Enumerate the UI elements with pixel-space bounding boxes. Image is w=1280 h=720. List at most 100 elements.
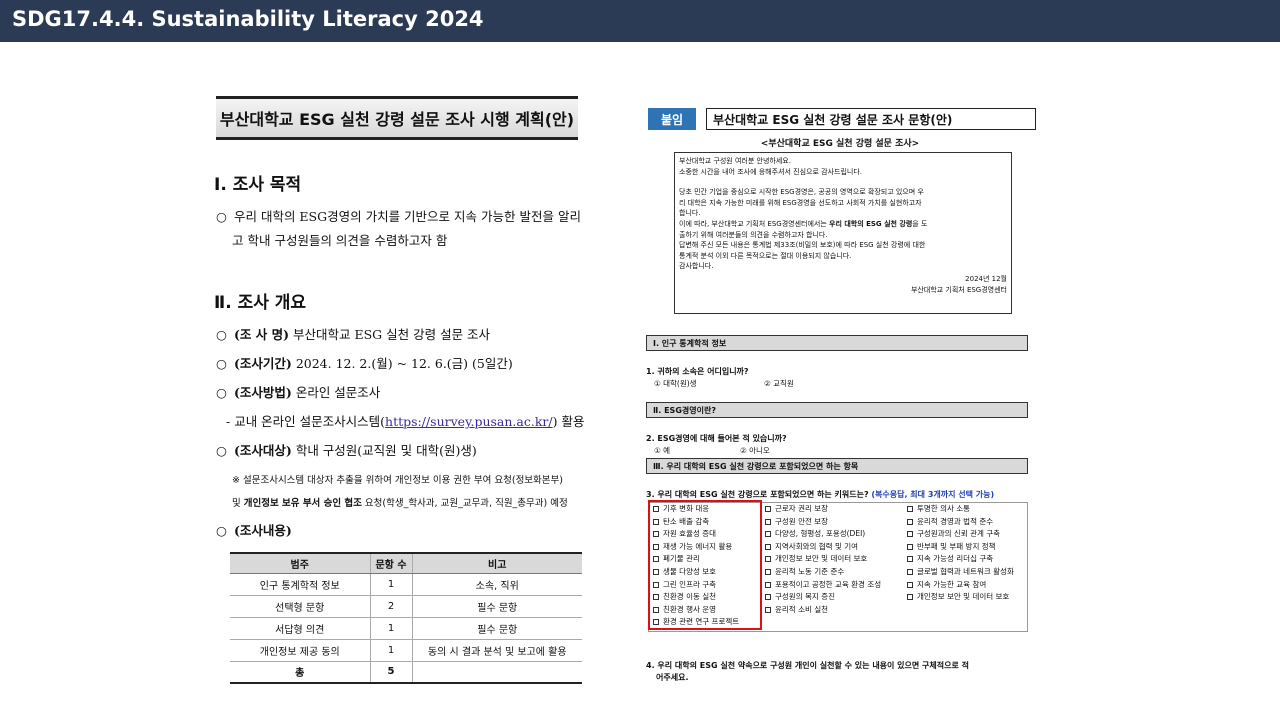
keyword-option[interactable]: 글로벌 협력과 네트워크 활성화 bbox=[907, 566, 1014, 579]
table-cell: 선택형 문항 bbox=[230, 595, 370, 618]
checkbox[interactable] bbox=[765, 556, 771, 563]
table-cell: 1 bbox=[369, 573, 412, 596]
keyword-label: 윤리적 노동 기준 준수 bbox=[775, 566, 845, 576]
checkbox[interactable] bbox=[765, 531, 771, 538]
keyword-label: 윤리적 소비 실천 bbox=[775, 604, 829, 614]
table-header-cell: 범주 bbox=[230, 552, 370, 574]
table-cell: 총 bbox=[230, 661, 370, 684]
checkbox[interactable] bbox=[765, 594, 771, 601]
checkbox[interactable] bbox=[907, 506, 913, 512]
intro-text: 감사합니다. bbox=[679, 262, 714, 271]
intro-org: 부산대학교 기획처 ESG경영센터 bbox=[910, 285, 1007, 294]
keyword-label: 글로벌 협력과 네트워크 활성화 bbox=[917, 566, 1014, 576]
keyword-option[interactable]: 개인정보 보안 및 데이터 보호 bbox=[765, 553, 881, 566]
checkbox[interactable] bbox=[907, 531, 913, 538]
purpose-line2: 고 학내 구성원들의 의견을 수렴하고자 함 bbox=[232, 233, 448, 248]
intro-text: 답변해 주신 모든 내용은 통계법 제33조(비밀의 보호)에 따라 ESG 실… bbox=[679, 241, 926, 250]
header-bar: SDG17.4.4. Sustainability Literacy 2024 bbox=[0, 0, 1280, 42]
intro-box: 부산대학교 구성원 여러분 안녕하세요. 소중한 시간을 내어 조사에 응해주셔… bbox=[674, 152, 1012, 314]
keyword-option[interactable]: 윤리적 경영과 법적 준수 bbox=[907, 516, 1014, 529]
checkbox[interactable] bbox=[907, 518, 913, 525]
intro-text: 소중한 시간을 내어 조사에 응해주셔서 진심으로 감사드립니다. bbox=[679, 167, 863, 176]
table-cell: 동의 시 결과 분석 및 보고에 활용 bbox=[411, 639, 582, 662]
checkbox[interactable] bbox=[907, 581, 913, 588]
intro-text: 합니다. bbox=[679, 209, 701, 218]
table-cell: 2 bbox=[369, 595, 412, 618]
purpose-line1: ○ 우리 대학의 ESG경영의 가치를 기반으로 지속 가능한 발전을 알리 bbox=[216, 209, 581, 224]
table-cell: 인구 통계학적 정보 bbox=[230, 573, 370, 596]
table-cell: 서답형 의견 bbox=[230, 617, 370, 640]
table-total-row: 총 5 bbox=[230, 661, 582, 684]
table-cell: 개인정보 제공 동의 bbox=[230, 639, 370, 662]
section-bar-demographics: Ⅰ. 인구 통계학적 정보 bbox=[646, 335, 1028, 351]
keyword-label: 반부패 및 부패 방지 정책 bbox=[917, 541, 996, 551]
keyword-label: 구성원의 복지 증진 bbox=[775, 592, 835, 602]
keyword-label: 구성원 안전 보장 bbox=[775, 516, 829, 526]
keyword-label: 개인정보 보안 및 데이터 보호 bbox=[917, 592, 1010, 602]
page-title: SDG17.4.4. Sustainability Literacy 2024 bbox=[12, 7, 484, 31]
keyword-label: 다양성, 형평성, 포용성(DEI) bbox=[775, 529, 866, 539]
keyword-option[interactable]: 다양성, 형평성, 포용성(DEI) bbox=[765, 528, 881, 541]
keyword-option[interactable]: 구성원 안전 보장 bbox=[765, 516, 881, 529]
questionnaire-title: 부산대학교 ESG 실천 강령 설문 조사 문항(안) bbox=[706, 108, 1036, 130]
keyword-column-governance: 투명한 의사 소통 윤리적 경영과 법적 준수 구성원과의 신뢰 관계 구축반부패 … bbox=[907, 503, 1014, 604]
keyword-option[interactable]: 지역사회와의 협력 및 기여 bbox=[765, 541, 881, 554]
checkbox[interactable] bbox=[907, 556, 913, 563]
keyword-option[interactable]: 투명한 의사 소통 bbox=[907, 503, 1014, 516]
survey-method-line: ○ (조사방법) 온라인 설문조사 bbox=[216, 385, 381, 400]
highlight-box bbox=[648, 500, 762, 630]
question-4-line1: 4. 우리 대학의 ESG 실천 약속으로 구성원 개인이 실천할 수 있는 내… bbox=[646, 661, 969, 670]
question-1: 1. 귀하의 소속은 어디입니까? bbox=[646, 367, 749, 376]
checkbox[interactable] bbox=[765, 543, 771, 550]
keyword-label: 구성원과의 신뢰 관계 구축 bbox=[917, 529, 1001, 539]
intro-text: 부산대학교 구성원 여러분 안녕하세요. bbox=[679, 157, 791, 165]
checkbox[interactable] bbox=[907, 543, 913, 550]
survey-period-line: ○ (조사기간) 2024. 12. 2.(월) ~ 12. 6.(금) (5일… bbox=[216, 356, 513, 371]
section-bar-code: Ⅲ. 우리 대학의 ESG 실천 강령으로 포함되었으면 하는 항목 bbox=[646, 458, 1028, 474]
keyword-option[interactable]: 개인정보 보안 및 데이터 보호 bbox=[907, 591, 1014, 604]
checkbox[interactable] bbox=[765, 568, 771, 575]
survey-content-line: ○ (조사내용) bbox=[216, 523, 292, 538]
checkbox[interactable] bbox=[765, 581, 771, 588]
q2-option-2[interactable]: ② 아니오 bbox=[740, 445, 770, 456]
table-cell: 1 bbox=[369, 639, 412, 662]
attachment-badge: 붙임 bbox=[648, 108, 696, 130]
checkbox[interactable] bbox=[907, 568, 913, 575]
keyword-option[interactable]: 윤리적 소비 실천 bbox=[765, 604, 881, 617]
checkbox[interactable] bbox=[765, 506, 771, 512]
keyword-label: 지역사회와의 협력 및 기여 bbox=[775, 541, 859, 551]
q2-option-1[interactable]: ① 예 bbox=[654, 445, 670, 456]
table-header-row: 범주 문항 수 비고 bbox=[230, 552, 582, 574]
checkbox[interactable] bbox=[907, 594, 913, 601]
survey-link[interactable]: https://survey.pusan.ac.kr/ bbox=[385, 414, 553, 429]
survey-name-line: ○ (조 사 명) 부산대학교 ESG 실천 강령 설문 조사 bbox=[216, 327, 491, 342]
table-cell: 1 bbox=[369, 617, 412, 640]
checkbox[interactable] bbox=[765, 606, 771, 613]
keyword-option[interactable]: 지속 가능성 리더십 구축 bbox=[907, 553, 1014, 566]
keyword-option[interactable]: 반부패 및 부패 방지 정책 bbox=[907, 541, 1014, 554]
table-row: 인구 통계학적 정보 1 소속, 직위 bbox=[230, 573, 582, 596]
q1-option-1[interactable]: ① 대학(원)생 bbox=[654, 378, 697, 389]
checkbox[interactable] bbox=[765, 518, 771, 525]
keyword-option[interactable]: 구성원의 복지 증진 bbox=[765, 591, 881, 604]
keyword-option[interactable]: 구성원과의 신뢰 관계 구축 bbox=[907, 528, 1014, 541]
note-line2: 및 개인정보 보유 부서 승인 협조 요청(학생_학사과, 교원_교무과, 직원… bbox=[232, 498, 568, 509]
keyword-option[interactable]: 지속 가능한 교육 참여 bbox=[907, 579, 1014, 592]
intro-date: 2024년 12월 bbox=[965, 274, 1007, 283]
keyword-option[interactable]: 윤리적 노동 기준 준수 bbox=[765, 566, 881, 579]
keyword-label: 근로자 권리 보장 bbox=[775, 504, 829, 513]
keyword-label: 지속 가능성 리더십 구축 bbox=[917, 554, 994, 564]
survey-system-line: - 교내 온라인 설문조사시스템(https://survey.pusan.ac… bbox=[226, 414, 585, 429]
table-header-cell: 비고 bbox=[411, 552, 582, 574]
q1-option-2[interactable]: ② 교직원 bbox=[764, 378, 794, 389]
keyword-option[interactable]: 근로자 권리 보장 bbox=[765, 503, 881, 516]
keyword-label: 개인정보 보안 및 데이터 보호 bbox=[775, 554, 868, 564]
keyword-label: 지속 가능한 교육 참여 bbox=[917, 579, 987, 589]
survey-questionnaire-document: 붙임 부산대학교 ESG 실천 강령 설문 조사 문항(안) <부산대학교 ES… bbox=[640, 100, 1040, 690]
keyword-label: 포용적이고 공정한 교육 환경 조성 bbox=[775, 579, 882, 589]
note-line1: ※ 설문조사시스템 대상자 추출을 위하여 개인정보 이용 권한 부여 요청(정… bbox=[232, 475, 563, 486]
keyword-column-social: 근로자 권리 보장구성원 안전 보장다양성, 형평성, 포용성(DEI) 지역사회… bbox=[765, 503, 881, 616]
keyword-option[interactable]: 포용적이고 공정한 교육 환경 조성 bbox=[765, 579, 881, 592]
question-4-line2: 어주세요. bbox=[656, 673, 689, 682]
question-2: 2. ESG경영에 대해 들어본 적 있습니까? bbox=[646, 434, 787, 443]
